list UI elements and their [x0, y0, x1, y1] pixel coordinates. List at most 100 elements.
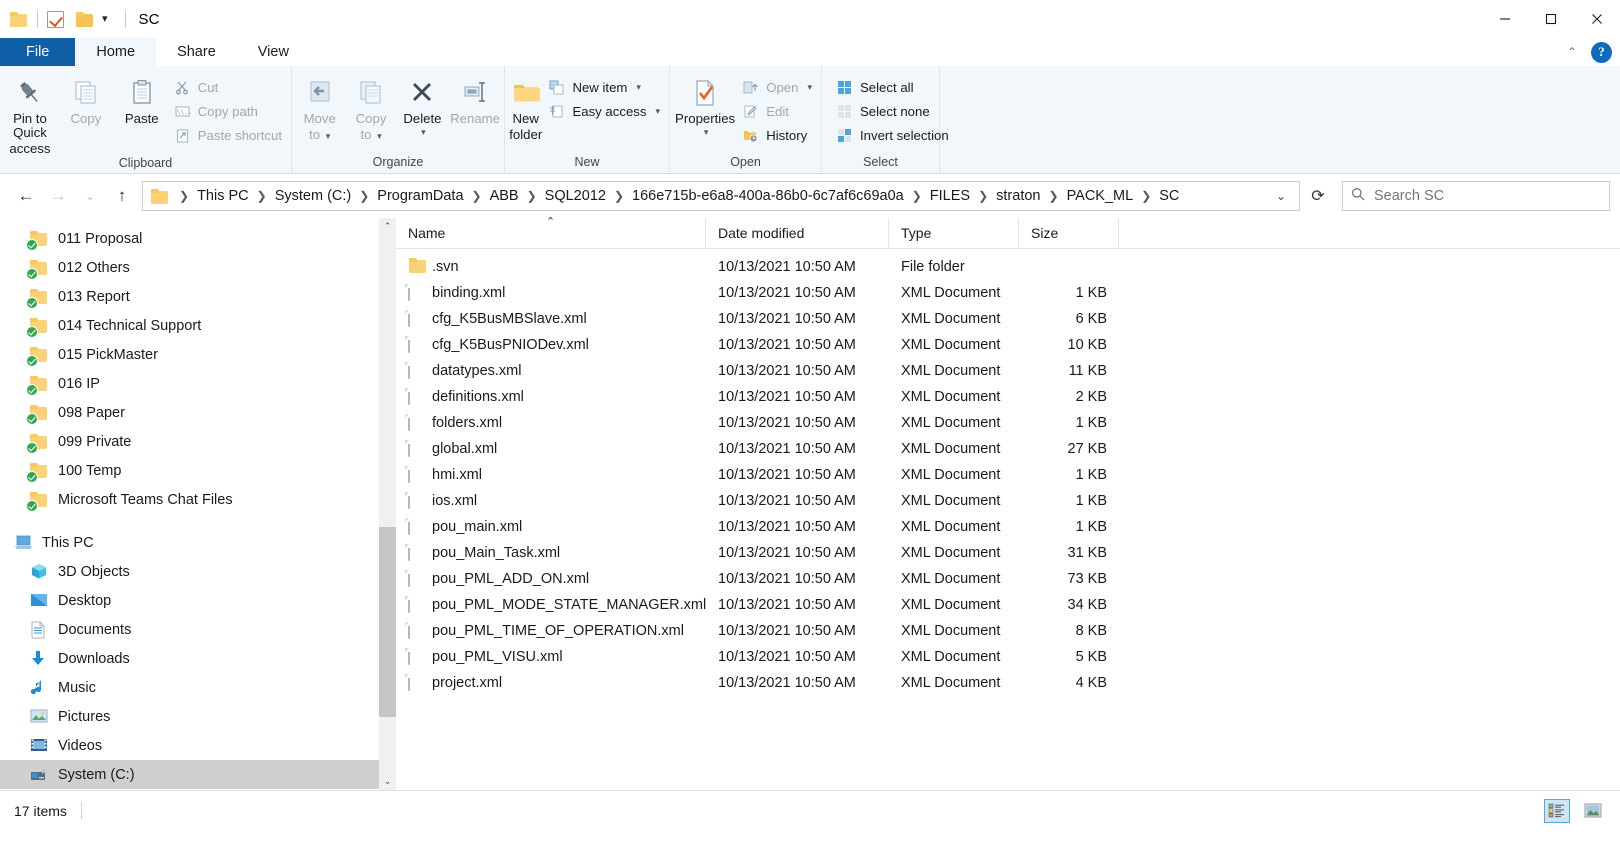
delete-dropdown-icon[interactable]: ▾	[421, 127, 426, 138]
paste-shortcut-button[interactable]: Paste shortcut	[170, 125, 289, 146]
sidebar-item-011-proposal[interactable]: 011 Proposal	[0, 224, 396, 253]
open-caret-icon[interactable]: ▾	[807, 82, 812, 93]
table-row[interactable]: project.xml 10/13/2021 10:50 AM XML Docu…	[396, 670, 1620, 696]
customize-caret-icon[interactable]: ▾	[102, 13, 108, 25]
breadcrumb[interactable]: ❯ This PC ❯ System (C:) ❯ ProgramData ❯ …	[142, 181, 1300, 211]
sidebar-item-099-private[interactable]: 099 Private	[0, 427, 396, 456]
folder-icon[interactable]	[10, 11, 28, 27]
sidebar-item-014-technical-support[interactable]: 014 Technical Support	[0, 311, 396, 340]
sidebar-scrollbar[interactable]: ⌃ ⌄	[379, 218, 396, 790]
select-none-button[interactable]: Select none	[832, 101, 956, 122]
paste-button[interactable]: Paste	[114, 71, 170, 126]
help-icon[interactable]: ?	[1591, 41, 1612, 63]
large-icons-view-button[interactable]	[1580, 799, 1606, 823]
search-input[interactable]: Search SC	[1342, 181, 1610, 211]
table-row[interactable]: ios.xml 10/13/2021 10:50 AM XML Document…	[396, 488, 1620, 514]
tab-file[interactable]: File	[0, 38, 76, 66]
recent-locations-button[interactable]: ⌄	[74, 180, 106, 212]
pin-to-quick-access-button[interactable]: Pin to Quick access	[2, 71, 58, 156]
tab-view[interactable]: View	[237, 38, 310, 66]
forward-button[interactable]: →	[42, 180, 74, 212]
sidebar-scroll-down-arrow[interactable]: ⌄	[379, 773, 396, 790]
properties-dropdown-icon[interactable]: ▾	[704, 127, 709, 138]
sidebar-item-098-paper[interactable]: 098 Paper	[0, 398, 396, 427]
table-row[interactable]: .svn 10/13/2021 10:50 AM File folder	[396, 254, 1620, 280]
tab-share[interactable]: Share	[156, 38, 237, 66]
sidebar-item-documents[interactable]: Documents	[0, 615, 396, 644]
copy-button[interactable]: Copy	[58, 71, 114, 126]
easy-access-caret-icon[interactable]: ▾	[655, 106, 660, 117]
tab-home[interactable]: Home	[75, 38, 157, 67]
sidebar-item-013-report[interactable]: 013 Report	[0, 282, 396, 311]
table-row[interactable]: global.xml 10/13/2021 10:50 AM XML Docum…	[396, 436, 1620, 462]
delete-button[interactable]: Delete ▾	[397, 71, 448, 138]
copy-to-button[interactable]: Copy to ▾	[345, 71, 396, 143]
table-row[interactable]: binding.xml 10/13/2021 10:50 AM XML Docu…	[396, 280, 1620, 306]
crumb-programdata[interactable]: ProgramData	[373, 186, 467, 206]
rename-button[interactable]: Rename	[448, 71, 502, 126]
maximize-button[interactable]	[1528, 0, 1574, 38]
new-folder-button[interactable]: New folder	[507, 71, 544, 142]
minimize-button[interactable]	[1482, 0, 1528, 38]
crumb-abb[interactable]: ABB	[486, 186, 523, 206]
sidebar-item-music[interactable]: Music	[0, 673, 396, 702]
new-item-button[interactable]: New item ▾	[544, 77, 667, 98]
table-row[interactable]: pou_PML_ADD_ON.xml 10/13/2021 10:50 AM X…	[396, 566, 1620, 592]
sidebar-scroll-up-arrow[interactable]: ⌃	[379, 218, 396, 235]
back-button[interactable]: ←	[10, 180, 42, 212]
table-row[interactable]: definitions.xml 10/13/2021 10:50 AM XML …	[396, 384, 1620, 410]
easy-access-button[interactable]: Easy access ▾	[544, 101, 667, 122]
sidebar-item-system-c[interactable]: System (C:)	[0, 760, 396, 789]
column-header-type[interactable]: Type	[889, 217, 1019, 249]
table-row[interactable]: pou_Main_Task.xml 10/13/2021 10:50 AM XM…	[396, 540, 1620, 566]
sidebar-item-3d-objects[interactable]: 3D Objects	[0, 557, 396, 586]
sidebar-item-videos[interactable]: Videos	[0, 731, 396, 760]
sidebar-item-016-ip[interactable]: 016 IP	[0, 369, 396, 398]
table-row[interactable]: hmi.xml 10/13/2021 10:50 AM XML Document…	[396, 462, 1620, 488]
table-row[interactable]: pou_PML_TIME_OF_OPERATION.xml 10/13/2021…	[396, 618, 1620, 644]
crumb-straton[interactable]: straton	[992, 186, 1044, 206]
details-view-button[interactable]	[1544, 798, 1570, 823]
breadcrumb-folder-icon[interactable]	[151, 188, 169, 204]
sidebar-item-pictures[interactable]: Pictures	[0, 702, 396, 731]
table-row[interactable]: datatypes.xml 10/13/2021 10:50 AM XML Do…	[396, 358, 1620, 384]
crumb-this-pc[interactable]: This PC	[193, 186, 253, 206]
sidebar-item-012-others[interactable]: 012 Others	[0, 253, 396, 282]
move-to-button[interactable]: Move to ▾	[294, 71, 345, 143]
edit-button[interactable]: Edit	[738, 101, 819, 122]
table-row[interactable]: pou_PML_MODE_STATE_MANAGER.xml 10/13/202…	[396, 592, 1620, 618]
crumb-pack-ml[interactable]: PACK_ML	[1063, 186, 1138, 206]
open-button[interactable]: Open ▾	[738, 77, 819, 98]
sidebar-item-100-temp[interactable]: 100 Temp	[0, 456, 396, 485]
crumb-system-c[interactable]: System (C:)	[271, 186, 356, 206]
new-item-caret-icon[interactable]: ▾	[636, 82, 641, 93]
up-button[interactable]: ↑	[106, 180, 138, 212]
refresh-button[interactable]: ⟳	[1300, 181, 1336, 211]
select-all-button[interactable]: Select all	[832, 77, 956, 98]
table-row[interactable]: cfg_K5BusMBSlave.xml 10/13/2021 10:50 AM…	[396, 306, 1620, 332]
table-row[interactable]: cfg_K5BusPNIODev.xml 10/13/2021 10:50 AM…	[396, 332, 1620, 358]
cut-button[interactable]: Cut	[170, 77, 289, 98]
column-header-name[interactable]: ⌃ Name	[396, 216, 706, 249]
sidebar-item-microsoft-teams-chat-files[interactable]: Microsoft Teams Chat Files	[0, 485, 396, 514]
crumb-guid[interactable]: 166e715b-e6a8-400a-86b0-6c7af6c69a0a	[628, 186, 908, 206]
sidebar-item-desktop[interactable]: Desktop	[0, 586, 396, 615]
crumb-sql2012[interactable]: SQL2012	[541, 186, 610, 206]
sidebar-item-downloads[interactable]: Downloads	[0, 644, 396, 673]
close-button[interactable]	[1574, 0, 1620, 38]
table-row[interactable]: pou_main.xml 10/13/2021 10:50 AM XML Doc…	[396, 514, 1620, 540]
table-row[interactable]: pou_PML_VISU.xml 10/13/2021 10:50 AM XML…	[396, 644, 1620, 670]
invert-selection-button[interactable]: Invert selection	[832, 125, 956, 146]
properties-button[interactable]: Properties ▾	[672, 71, 738, 138]
properties-check-icon[interactable]	[47, 10, 64, 28]
history-button[interactable]: History	[738, 125, 819, 146]
breadcrumb-dropdown-icon[interactable]: ⌄	[1267, 189, 1295, 203]
column-header-size[interactable]: Size	[1019, 217, 1119, 249]
new-folder-icon[interactable]	[76, 11, 94, 27]
sidebar-scroll-thumb[interactable]	[379, 527, 396, 717]
table-row[interactable]: folders.xml 10/13/2021 10:50 AM XML Docu…	[396, 410, 1620, 436]
sidebar-item-this-pc[interactable]: This PC	[0, 528, 396, 557]
crumb-sc[interactable]: SC	[1155, 186, 1183, 206]
collapse-ribbon-icon[interactable]: ⌃	[1567, 45, 1577, 59]
copy-path-button[interactable]: \\.. Copy path	[170, 101, 289, 122]
